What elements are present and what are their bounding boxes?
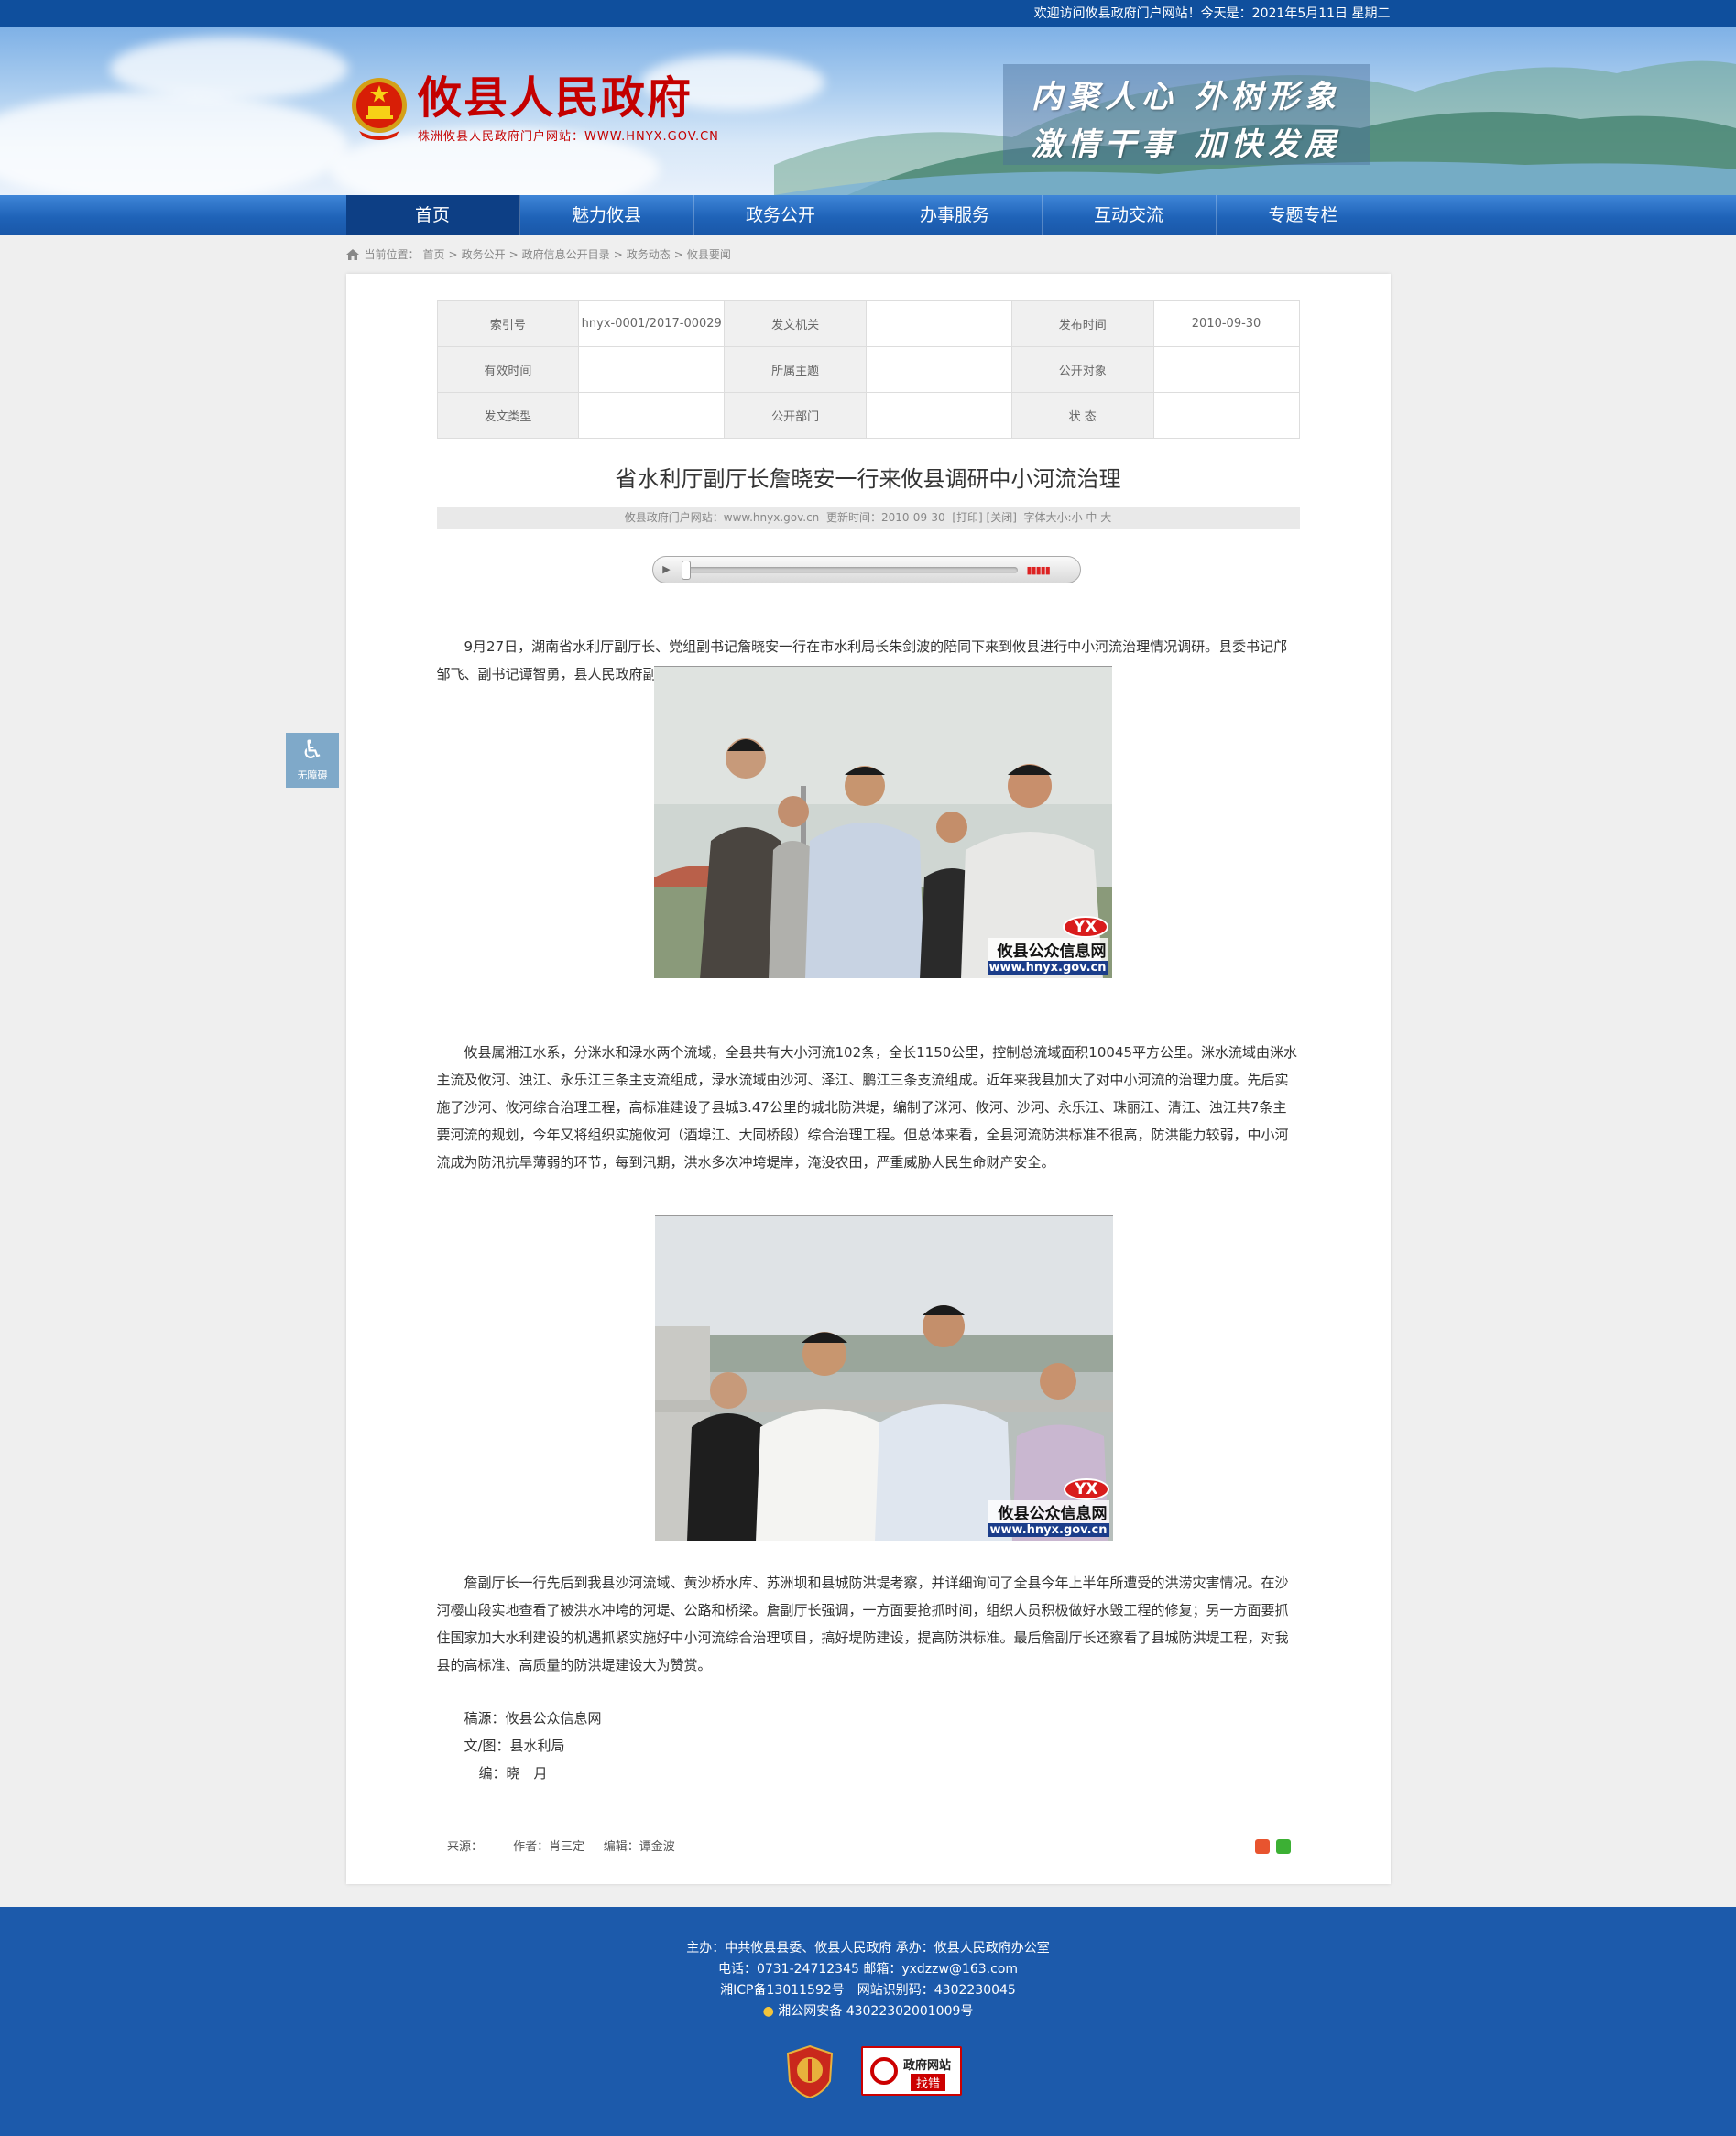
breadcrumb-sep: > (448, 248, 458, 261)
footer-source: 来源： (447, 1840, 484, 1854)
footer-author: 作者：肖三定 (513, 1840, 585, 1854)
police-record-text: 湘公网安备 43022302001009号 (778, 2004, 974, 2019)
nav-charm-youxian[interactable]: 魅力攸县 (520, 195, 694, 235)
nav-gov-affairs[interactable]: 政务公开 (694, 195, 868, 235)
credit-source: 稿源：攸县公众信息网 (464, 1710, 602, 1727)
breadcrumb-item[interactable]: 攸县要闻 (687, 235, 731, 274)
welcome-text: 欢迎访问攸县政府门户网站！今天是：2021年5月11日 星期二 (1033, 6, 1391, 21)
breadcrumb-sep: > (673, 248, 683, 261)
article-paragraph: 攸县属湘江水系，分洣水和渌水两个流域，全县共有大小河流102条，全长1150公里… (436, 1044, 1298, 1171)
breadcrumb: 当前位置： 首页 > 政务公开 > 政府信息公开目录 > 政务动态 > 攸县要闻 (345, 235, 1391, 274)
article-info-bar: 攸县政府门户网站：www.hnyx.gov.cn 更新时间：2010-09-30… (436, 507, 1300, 529)
badge-text-2: 找错 (911, 2074, 946, 2091)
nav-interaction[interactable]: 互动交流 (1043, 195, 1217, 235)
meta-label: 索引号 (436, 300, 580, 347)
update-time: 更新时间：2010-09-30 (825, 511, 945, 524)
wheelchair-icon: ♿ (300, 735, 324, 765)
article-container: 索引号 hnyx-0001/2017-00029 发文机关 发布时间 2010-… (345, 274, 1391, 1884)
meta-label: 公开对象 (1010, 346, 1154, 393)
article-photo: YX 攸县公众信息网 www.hnyx.gov.cn (654, 1215, 1113, 1541)
meta-value (578, 346, 726, 393)
nav-home[interactable]: 首页 (345, 195, 520, 235)
main-nav: 首页 魅力攸县 政务公开 办事服务 互动交流 专题专栏 (0, 195, 1736, 235)
meta-value (866, 346, 1012, 393)
meta-value (866, 392, 1012, 439)
footer-police-record[interactable]: ● 湘公网安备 43022302001009号 (0, 2001, 1736, 2022)
footer-icp[interactable]: 湘ICP备13011592号 网站识别码：4302230045 (0, 1980, 1736, 2001)
header-banner: 攸县人民政府 株洲攸县人民政府门户网站：WWW.HNYX.GOV.CN 内聚人心… (0, 27, 1736, 195)
wechat-share-icon[interactable] (1276, 1839, 1291, 1854)
breadcrumb-item[interactable]: 政务动态 (627, 235, 671, 274)
meta-label: 公开部门 (724, 392, 868, 439)
watermark-badge: YX (1064, 1478, 1109, 1500)
print-link[interactable]: [打印] (952, 511, 982, 524)
article-photo: YX 攸县公众信息网 www.hnyx.gov.cn (653, 666, 1112, 978)
police-badge-icon: ● (762, 2004, 774, 2019)
site-subtitle: 株洲攸县人民政府门户网站：WWW.HNYX.GOV.CN (418, 130, 719, 144)
breadcrumb-item[interactable]: 首页 (423, 235, 445, 274)
watermark-url: www.hnyx.gov.cn (988, 1523, 1109, 1537)
progress-handle[interactable] (681, 561, 691, 580)
article-paragraph: 詹副厅长一行先后到我县沙河流域、黄沙桥水库、苏洲坝和县城防洪堤考察，并详细询问了… (436, 1575, 1289, 1673)
nav-topics[interactable]: 专题专栏 (1217, 195, 1391, 235)
meta-label: 状 态 (1010, 392, 1154, 439)
close-link[interactable]: [关闭] (987, 511, 1017, 524)
nav-services[interactable]: 办事服务 (868, 195, 1043, 235)
credit-author: 文/图：县水利局 (464, 1738, 565, 1754)
footer-contact: 电话：0731-24712345 邮箱：yxdzzw@163.com (717, 1962, 1019, 1977)
article-title: 省水利厅副厅长詹晓安一行来攸县调研中小河流治理 (615, 466, 1121, 492)
site-title: 攸县人民政府 (418, 72, 693, 124)
play-icon[interactable]: ▶ (659, 561, 675, 578)
meta-label: 发布时间 (1010, 300, 1154, 347)
watermark-name: 攸县公众信息网 (988, 1500, 1109, 1523)
breadcrumb-item[interactable]: 政府信息公开目录 (522, 235, 610, 274)
meta-value (1152, 392, 1300, 439)
slogan-line-2: 激情干事 加快发展 (1032, 126, 1341, 163)
volume-icon[interactable]: ▮▮▮▮▮ (1027, 564, 1051, 576)
footer-sponsor: 主办：中共攸县县委、攸县人民政府 承办：攸县人民政府办公室 (686, 1941, 1050, 1956)
breadcrumb-sep: > (613, 248, 623, 261)
breadcrumb-sep: > (508, 248, 519, 261)
top-bar: 欢迎访问攸县政府门户网站！今天是：2021年5月11日 星期二 (0, 0, 1736, 27)
progress-track[interactable] (683, 567, 1018, 573)
meta-label: 所属主题 (724, 346, 868, 393)
info-table: 索引号 hnyx-0001/2017-00029 发文机关 发布时间 2010-… (436, 300, 1300, 439)
weibo-share-icon[interactable] (1255, 1839, 1270, 1854)
watermark-name: 攸县公众信息网 (987, 938, 1108, 961)
meta-label: 发文类型 (436, 392, 580, 439)
article-footer-meta: 来源： 作者：肖三定 编辑：谭金波 (447, 1836, 675, 1854)
badge-text-1: 政府网站 (903, 2059, 952, 2073)
site-logo[interactable]: 攸县人民政府 株洲攸县人民政府门户网站：WWW.HNYX.GOV.CN (350, 73, 719, 144)
watermark: YX 攸县公众信息网 www.hnyx.gov.cn (987, 916, 1108, 975)
accessibility-button[interactable]: ♿ 无障碍 (286, 733, 339, 788)
watermark-url: www.hnyx.gov.cn (987, 961, 1108, 975)
slogan-line-1: 内聚人心 外树形象 (1032, 79, 1341, 115)
gov-site-error-report-badge[interactable]: 政府网站 找错 (861, 2046, 962, 2096)
meta-value (1152, 346, 1300, 393)
watermark: YX 攸县公众信息网 www.hnyx.gov.cn (988, 1478, 1109, 1537)
home-icon (345, 249, 359, 260)
national-emblem-icon (352, 77, 407, 140)
magnifier-icon (870, 2057, 898, 2085)
footer-editor: 编辑：谭金波 (603, 1840, 675, 1854)
meta-label: 发文机关 (724, 300, 868, 347)
meta-value: hnyx-0001/2017-00029 (578, 300, 726, 347)
meta-label: 有效时间 (436, 346, 580, 393)
source-site: 攸县政府门户网站：www.hnyx.gov.cn (624, 511, 820, 524)
credit-editor: 编：晓 月 (478, 1765, 548, 1782)
meta-value: 2010-09-30 (1152, 300, 1300, 347)
party-gov-org-badge-icon[interactable] (786, 2044, 834, 2099)
font-size-switch[interactable]: 字体大小:小 中 大 (1024, 511, 1112, 524)
site-footer: 主办：中共攸县县委、攸县人民政府 承办：攸县人民政府办公室 电话：0731-24… (0, 1907, 1736, 2136)
accessibility-label: 无障碍 (297, 769, 328, 781)
watermark-badge: YX (1063, 916, 1108, 938)
meta-value (578, 392, 726, 439)
breadcrumb-prefix: 当前位置： (364, 248, 420, 261)
meta-value (866, 300, 1012, 347)
breadcrumb-item[interactable]: 政务公开 (462, 235, 506, 274)
audio-player: ▶ ▮▮▮▮▮ (651, 556, 1081, 583)
